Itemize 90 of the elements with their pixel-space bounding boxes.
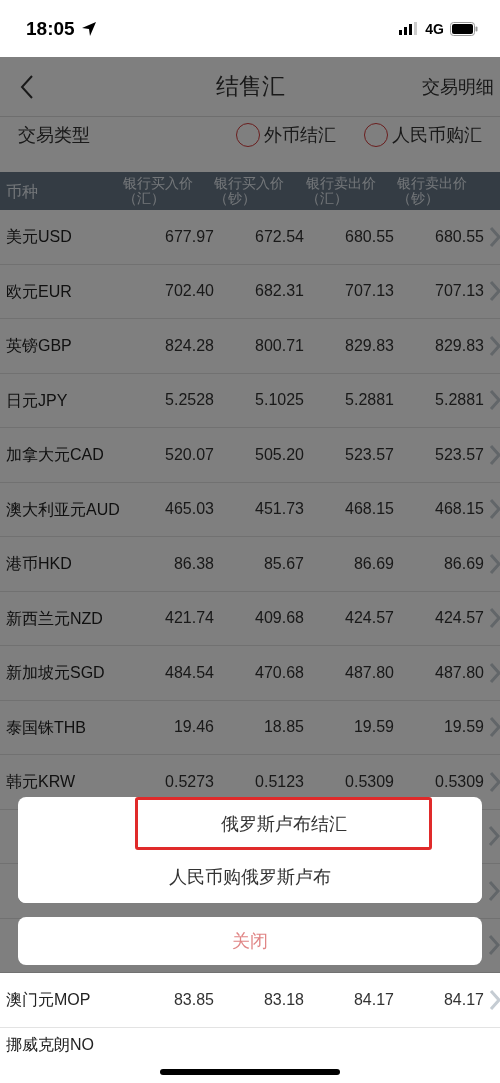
rate-cell-text: 409.68 (254, 609, 304, 628)
radio-label[interactable]: 人民币购汇 (392, 123, 482, 147)
chevron-icon[interactable] (488, 825, 500, 848)
rate-cell-text: 487.80 (344, 663, 394, 682)
rate-cell-text: 451.73 (254, 500, 304, 519)
rate-cell-text: 421.74 (164, 609, 214, 628)
battery-icon (450, 21, 478, 36)
rate-cell-text: 505.20 (254, 445, 304, 464)
rate-cell-text: 0.5123 (254, 772, 304, 791)
network-label: 4G (425, 20, 444, 37)
chevron-icon[interactable] (489, 607, 500, 630)
rate-cell-text: 85.67 (262, 554, 304, 573)
rate-cell-text: 424.57 (344, 609, 394, 628)
chevron-icon[interactable] (488, 879, 500, 902)
rate-cell-text: 19.59 (442, 718, 484, 737)
transaction-details-link[interactable]: 交易明细 (422, 74, 494, 99)
rate-cell-text: 824.28 (164, 336, 214, 355)
rate-cell-text: 19.46 (172, 718, 214, 737)
rate-cell-text: 0.5309 (434, 772, 484, 791)
currency-name: 泰国铢THB (5, 717, 87, 738)
rate-cell-text: 5.2881 (434, 391, 484, 410)
currency-name: 澳门元MOP (5, 990, 92, 1011)
currency-name: 新西兰元NZD (5, 608, 104, 629)
rate-cell-text: 523.57 (434, 445, 484, 464)
rate-cell-text: 0.5273 (164, 772, 214, 791)
column-header: 币种 (6, 183, 39, 199)
chevron-icon[interactable] (489, 443, 500, 466)
rate-cell-text: 83.18 (262, 990, 304, 1009)
rate-cell-text: 523.57 (344, 445, 394, 464)
radio-label[interactable]: 外币结汇 (264, 123, 336, 147)
rate-cell-text: 86.69 (352, 554, 394, 573)
rate-cell-text: 672.54 (254, 227, 304, 246)
rate-cell-text: 487.80 (434, 663, 484, 682)
chevron-icon[interactable] (489, 988, 500, 1011)
chevron-icon[interactable] (489, 716, 500, 739)
currency-name: 澳大利亚元AUD (5, 499, 121, 520)
location-arrow-icon (80, 20, 97, 37)
rate-cell-text: 84.17 (442, 990, 484, 1009)
rate-cell-text: 86.38 (172, 554, 214, 573)
currency-name: 挪威克朗NO (5, 1034, 95, 1055)
currency-name: 韩元KRW (5, 772, 77, 793)
rate-cell-text: 83.85 (172, 990, 214, 1009)
chevron-icon[interactable] (489, 225, 500, 248)
chevron-icon[interactable] (489, 770, 500, 793)
rate-cell-text: 5.1025 (254, 391, 304, 410)
chevron-icon[interactable] (488, 934, 500, 957)
rate-cell-text: 465.03 (164, 500, 214, 519)
currency-name: 美元USD (5, 227, 73, 248)
rate-cell-text: 682.31 (254, 282, 304, 301)
chevron-icon[interactable] (489, 661, 500, 684)
chevron-icon[interactable] (489, 389, 500, 412)
currency-name: 英镑GBP (5, 336, 73, 357)
back-icon[interactable] (20, 73, 34, 100)
currency-name: 加拿大元CAD (5, 445, 105, 466)
rate-cell-text: 829.83 (344, 336, 394, 355)
signal-icon (399, 22, 420, 35)
rate-cell-text: 18.85 (262, 718, 304, 737)
rate-cell-text: 19.59 (352, 718, 394, 737)
rate-cell-text: 424.57 (434, 609, 484, 628)
rate-cell-text: 470.68 (254, 663, 304, 682)
rate-cell-text: 468.15 (344, 500, 394, 519)
chevron-icon[interactable] (489, 334, 500, 357)
rate-cell-text: 86.69 (442, 554, 484, 573)
rate-cell-text: 5.2881 (344, 391, 394, 410)
page-title: 结售汇 (215, 72, 285, 101)
rate-cell-text: 800.71 (254, 336, 304, 355)
rate-cell-text: 520.07 (164, 445, 214, 464)
currency-name: 欧元EUR (5, 281, 73, 302)
chevron-icon[interactable] (489, 552, 500, 575)
currency-name: 港币HKD (5, 554, 73, 575)
status-time: 18:05 (26, 17, 75, 40)
rate-cell-text: 468.15 (434, 500, 484, 519)
rate-cell-text: 677.97 (164, 227, 214, 246)
chevron-icon[interactable] (489, 280, 500, 303)
trade-type-label: 交易类型 (18, 124, 90, 147)
rate-cell-text: 484.54 (164, 663, 214, 682)
rate-cell-text: 0.5309 (344, 772, 394, 791)
rate-cell-text: 5.2528 (164, 391, 214, 410)
rate-cell-text: 707.13 (344, 282, 394, 301)
chevron-icon[interactable] (489, 498, 500, 521)
currency-name: 新加坡元SGD (5, 663, 106, 684)
sheet-option[interactable]: 俄罗斯卢布结汇 (135, 797, 432, 850)
currency-name: 日元JPY (5, 390, 69, 411)
rate-cell-text: 84.17 (352, 990, 394, 1009)
rate-cell-text: 680.55 (344, 227, 394, 246)
rate-cell-text: 829.83 (434, 336, 484, 355)
rate-cell-text: 680.55 (434, 227, 484, 246)
rate-cell-text: 702.40 (164, 282, 214, 301)
close-button[interactable]: 关闭 (18, 917, 482, 965)
rate-cell-text: 707.13 (434, 282, 484, 301)
